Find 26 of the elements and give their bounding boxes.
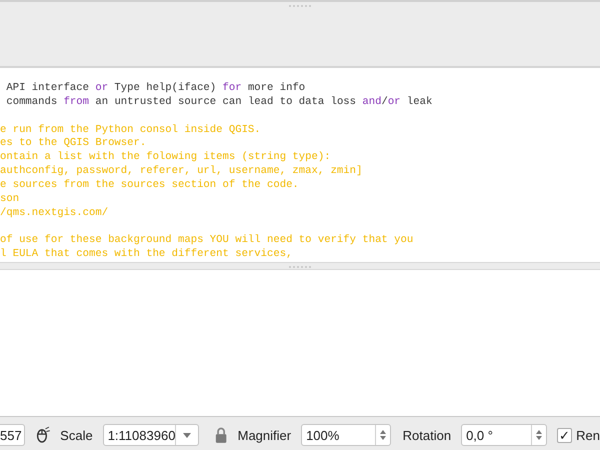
spin-arrows-icon[interactable] — [378, 428, 387, 442]
magnifier-field[interactable]: 100% — [301, 424, 391, 446]
scale-combo[interactable]: 1:11083960 — [102, 424, 200, 446]
splitter-handle[interactable] — [0, 262, 600, 270]
caret-icon — [183, 432, 192, 438]
console-line: es to the QGIS Browser. — [0, 137, 148, 151]
console-line: e sources from the sources section of the code. — [0, 178, 300, 193]
console-line: of use for these background maps YOU will need to verify that you — [0, 234, 414, 248]
render-label: Ren — [576, 428, 600, 442]
console-line: authconfig, password, referer, url, username, zmax, zmin] — [0, 165, 364, 179]
console-line: commands from an untrusted source can lead to data loss and/or leak — [5, 96, 434, 110]
lock-icon[interactable] — [215, 426, 228, 444]
coordinate-field[interactable]: 557 — [0, 424, 24, 446]
console-line: /qms.nextgis.com/ — [0, 206, 110, 220]
magnifier-label: Magnifier — [238, 428, 292, 442]
console-line: ontain a list with the folowing items (string type): — [0, 151, 332, 165]
console-line: e run from the Python consol inside QGIS. — [0, 124, 262, 137]
console-line: l EULA that comes with the different services, — [0, 248, 294, 262]
console-line: son — [0, 192, 20, 207]
spin-arrows-icon[interactable] — [535, 428, 544, 442]
scale-label: Scale — [60, 428, 93, 442]
rotation-field[interactable]: 0,0 ° — [461, 424, 548, 446]
rotation-label: Rotation — [402, 428, 452, 442]
render-checkbox[interactable]: ✓ — [557, 428, 572, 442]
mouse-icon[interactable] — [34, 425, 50, 445]
console-line: API interface or Type help(iface) for more info — [5, 82, 306, 96]
